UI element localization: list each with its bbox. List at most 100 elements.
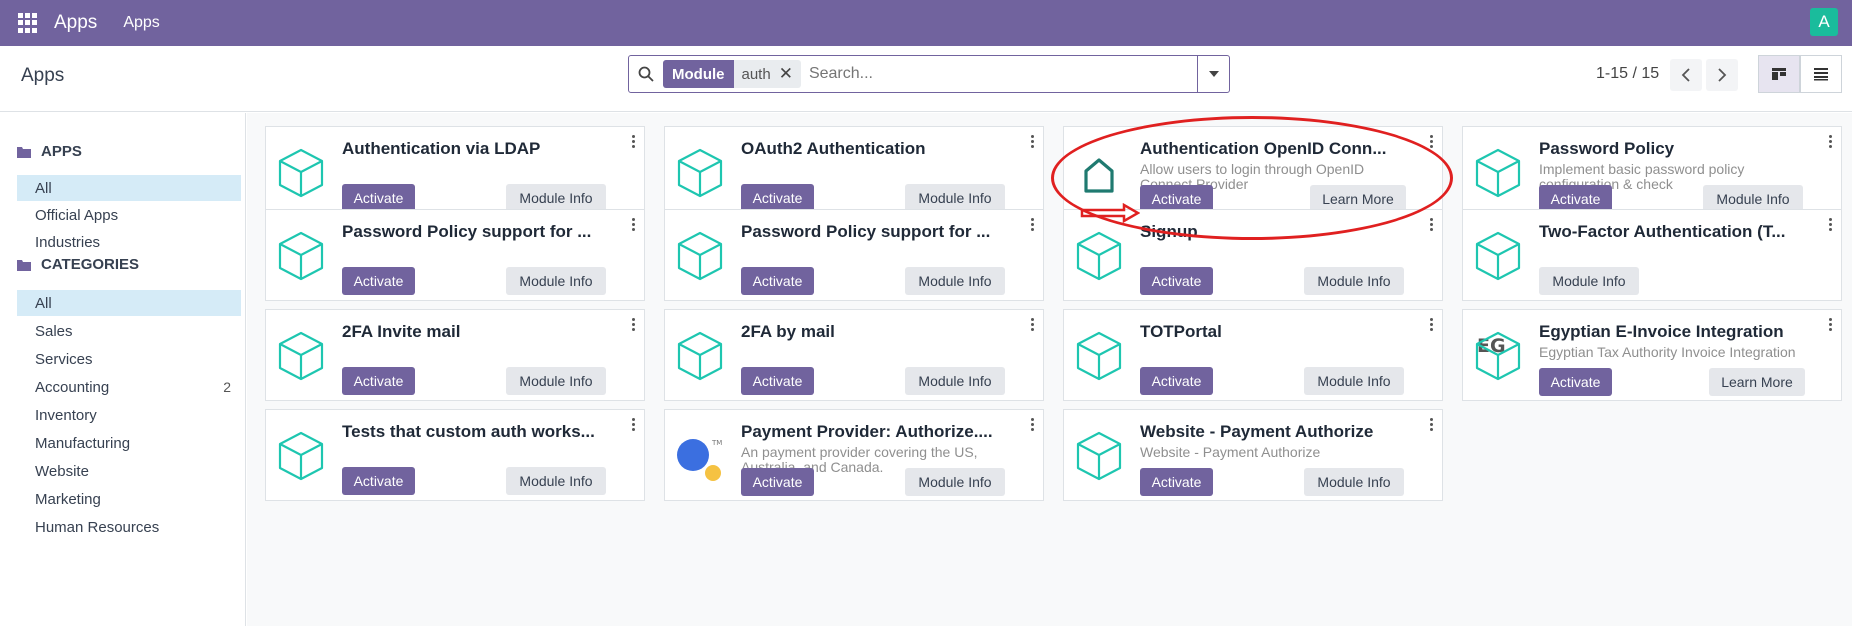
app-title: Two-Factor Authentication (T... bbox=[1539, 222, 1786, 241]
app-card[interactable]: Password Policy Implement basic password … bbox=[1462, 126, 1842, 219]
module-info-button[interactable]: Module Info bbox=[905, 468, 1005, 496]
app-card[interactable]: OAuth2 Authentication Activate Module Info bbox=[664, 126, 1044, 219]
activate-button[interactable]: Activate bbox=[342, 467, 415, 495]
house-icon bbox=[1082, 157, 1116, 198]
cube-icon bbox=[276, 330, 326, 387]
activate-button[interactable]: Activate bbox=[1140, 367, 1213, 395]
app-card[interactable]: TM Payment Provider: Authorize.... An paym… bbox=[664, 409, 1044, 501]
sidebar-item-category[interactable]: Sales bbox=[17, 318, 241, 344]
sidebar-item-category[interactable]: All bbox=[17, 290, 241, 316]
kebab-menu-icon[interactable] bbox=[630, 135, 636, 148]
module-info-button[interactable]: Module Info bbox=[905, 184, 1005, 212]
module-info-button[interactable]: Module Info bbox=[1304, 468, 1404, 496]
activate-button[interactable]: Activate bbox=[342, 184, 415, 212]
module-info-button[interactable]: Module Info bbox=[1304, 267, 1404, 295]
activate-button[interactable]: Activate bbox=[741, 367, 814, 395]
app-description: Website - Payment Authorize bbox=[1140, 444, 1321, 460]
sidebar-item-official-apps[interactable]: Official Apps bbox=[17, 202, 241, 228]
kebab-menu-icon[interactable] bbox=[1428, 418, 1434, 431]
module-info-button[interactable]: Module Info bbox=[905, 367, 1005, 395]
activate-button[interactable]: Activate bbox=[741, 267, 814, 295]
app-card[interactable]: 2FA by mail Activate Module Info bbox=[664, 309, 1044, 401]
pager-value[interactable]: 1-15 / 15 bbox=[1596, 65, 1659, 83]
app-card[interactable]: TOTPortal Activate Module Info bbox=[1063, 309, 1443, 401]
kebab-menu-icon[interactable] bbox=[630, 318, 636, 331]
kebab-menu-icon[interactable] bbox=[1827, 318, 1833, 331]
kebab-menu-icon[interactable] bbox=[1827, 135, 1833, 148]
sidebar-item-category[interactable]: Website bbox=[17, 458, 241, 484]
category-label: Inventory bbox=[35, 406, 97, 424]
breadcrumb: Apps bbox=[21, 65, 65, 86]
activate-button[interactable]: Activate bbox=[342, 267, 415, 295]
kebab-menu-icon[interactable] bbox=[630, 218, 636, 231]
activate-button[interactable]: Activate bbox=[342, 367, 415, 395]
cube-icon bbox=[675, 330, 725, 387]
sidebar-item-category[interactable]: Inventory bbox=[17, 402, 241, 428]
search-options-toggle[interactable] bbox=[1197, 56, 1229, 92]
user-avatar[interactable]: A bbox=[1810, 8, 1838, 36]
app-card[interactable]: Signup Activate Module Info bbox=[1063, 209, 1443, 301]
kebab-menu-icon[interactable] bbox=[1428, 318, 1434, 331]
app-title: Tests that custom auth works... bbox=[342, 422, 595, 441]
sidebar-item-category[interactable]: Marketing bbox=[17, 486, 241, 512]
sidebar-item-all-apps[interactable]: All bbox=[17, 175, 241, 201]
menu-item-apps[interactable]: Apps bbox=[123, 14, 159, 32]
sidebar-item-industries[interactable]: Industries bbox=[17, 229, 241, 255]
app-card[interactable]: Two-Factor Authentication (T... Module In… bbox=[1462, 209, 1842, 301]
facet-remove-icon[interactable]: ✕ bbox=[779, 64, 801, 84]
sidebar-item-category[interactable]: Human Resources bbox=[17, 514, 241, 540]
app-card[interactable]: Website - Payment Authorize Website - Pay… bbox=[1063, 409, 1443, 501]
sidebar-item-category[interactable]: Manufacturing bbox=[17, 430, 241, 456]
kebab-menu-icon[interactable] bbox=[1827, 218, 1833, 231]
module-info-button[interactable]: Module Info bbox=[506, 267, 606, 295]
app-menu-grid-icon[interactable] bbox=[18, 13, 38, 33]
folder-icon bbox=[17, 146, 31, 158]
kebab-menu-icon[interactable] bbox=[1029, 418, 1035, 431]
module-info-button[interactable]: Module Info bbox=[905, 267, 1005, 295]
kanban-view-button[interactable] bbox=[1758, 55, 1800, 93]
sidebar: APPS All Official Apps Industries CATEGO… bbox=[0, 113, 246, 626]
cube-icon bbox=[1473, 147, 1523, 204]
app-card[interactable]: Tests that custom auth works... Activate M… bbox=[265, 409, 645, 501]
app-card[interactable]: Password Policy support for ... Activate M… bbox=[664, 209, 1044, 301]
sidebar-item-category[interactable]: Services bbox=[17, 346, 241, 372]
list-view-button[interactable] bbox=[1800, 55, 1842, 93]
pager-next-button[interactable] bbox=[1706, 59, 1738, 91]
learn-more-button[interactable]: Learn More bbox=[1709, 368, 1805, 396]
category-label: Sales bbox=[35, 322, 73, 340]
search-icon[interactable] bbox=[629, 56, 663, 92]
top-navbar: Apps Apps A bbox=[0, 0, 1852, 46]
kebab-menu-icon[interactable] bbox=[1029, 135, 1035, 148]
cube-icon bbox=[1074, 430, 1124, 487]
activate-button[interactable]: Activate bbox=[741, 468, 814, 496]
module-info-button[interactable]: Module Info bbox=[506, 467, 606, 495]
kanban-icon bbox=[1772, 68, 1786, 80]
module-info-button[interactable]: Module Info bbox=[506, 367, 606, 395]
app-card[interactable]: 2FA Invite mail Activate Module Info bbox=[265, 309, 645, 401]
kebab-menu-icon[interactable] bbox=[1029, 218, 1035, 231]
kebab-menu-icon[interactable] bbox=[1428, 218, 1434, 231]
app-card[interactable]: Password Policy support for ... Activate M… bbox=[265, 209, 645, 301]
app-card[interactable]: Authentication via LDAP Activate Module In… bbox=[265, 126, 645, 219]
app-title: Egyptian E-Invoice Integration bbox=[1539, 322, 1784, 341]
pager-previous-button[interactable] bbox=[1670, 59, 1702, 91]
category-label: Accounting bbox=[35, 378, 110, 396]
activate-button[interactable]: Activate bbox=[1539, 368, 1612, 396]
app-card[interactable]: EG Egyptian E-Invoice Integration Egyptian… bbox=[1462, 309, 1842, 401]
activate-button[interactable]: Activate bbox=[741, 184, 814, 212]
kebab-menu-icon[interactable] bbox=[1029, 318, 1035, 331]
app-card[interactable]: Authentication OpenID Conn... Allow users… bbox=[1063, 126, 1443, 219]
kebab-menu-icon[interactable] bbox=[1428, 135, 1434, 148]
section-title: CATEGORIES bbox=[41, 256, 140, 273]
module-info-button[interactable]: Module Info bbox=[1304, 367, 1404, 395]
search-input[interactable] bbox=[808, 59, 1197, 89]
kebab-menu-icon[interactable] bbox=[630, 418, 636, 431]
activate-button[interactable]: Activate bbox=[1140, 468, 1213, 496]
module-info-button[interactable]: Module Info bbox=[1539, 267, 1639, 295]
sidebar-item-category[interactable]: Accounting 2 bbox=[17, 374, 241, 400]
category-label: Website bbox=[35, 462, 89, 480]
app-name[interactable]: Apps bbox=[54, 12, 97, 34]
module-info-button[interactable]: Module Info bbox=[506, 184, 606, 212]
activate-button[interactable]: Activate bbox=[1140, 267, 1213, 295]
search-facet: Module auth ✕ bbox=[663, 60, 801, 88]
